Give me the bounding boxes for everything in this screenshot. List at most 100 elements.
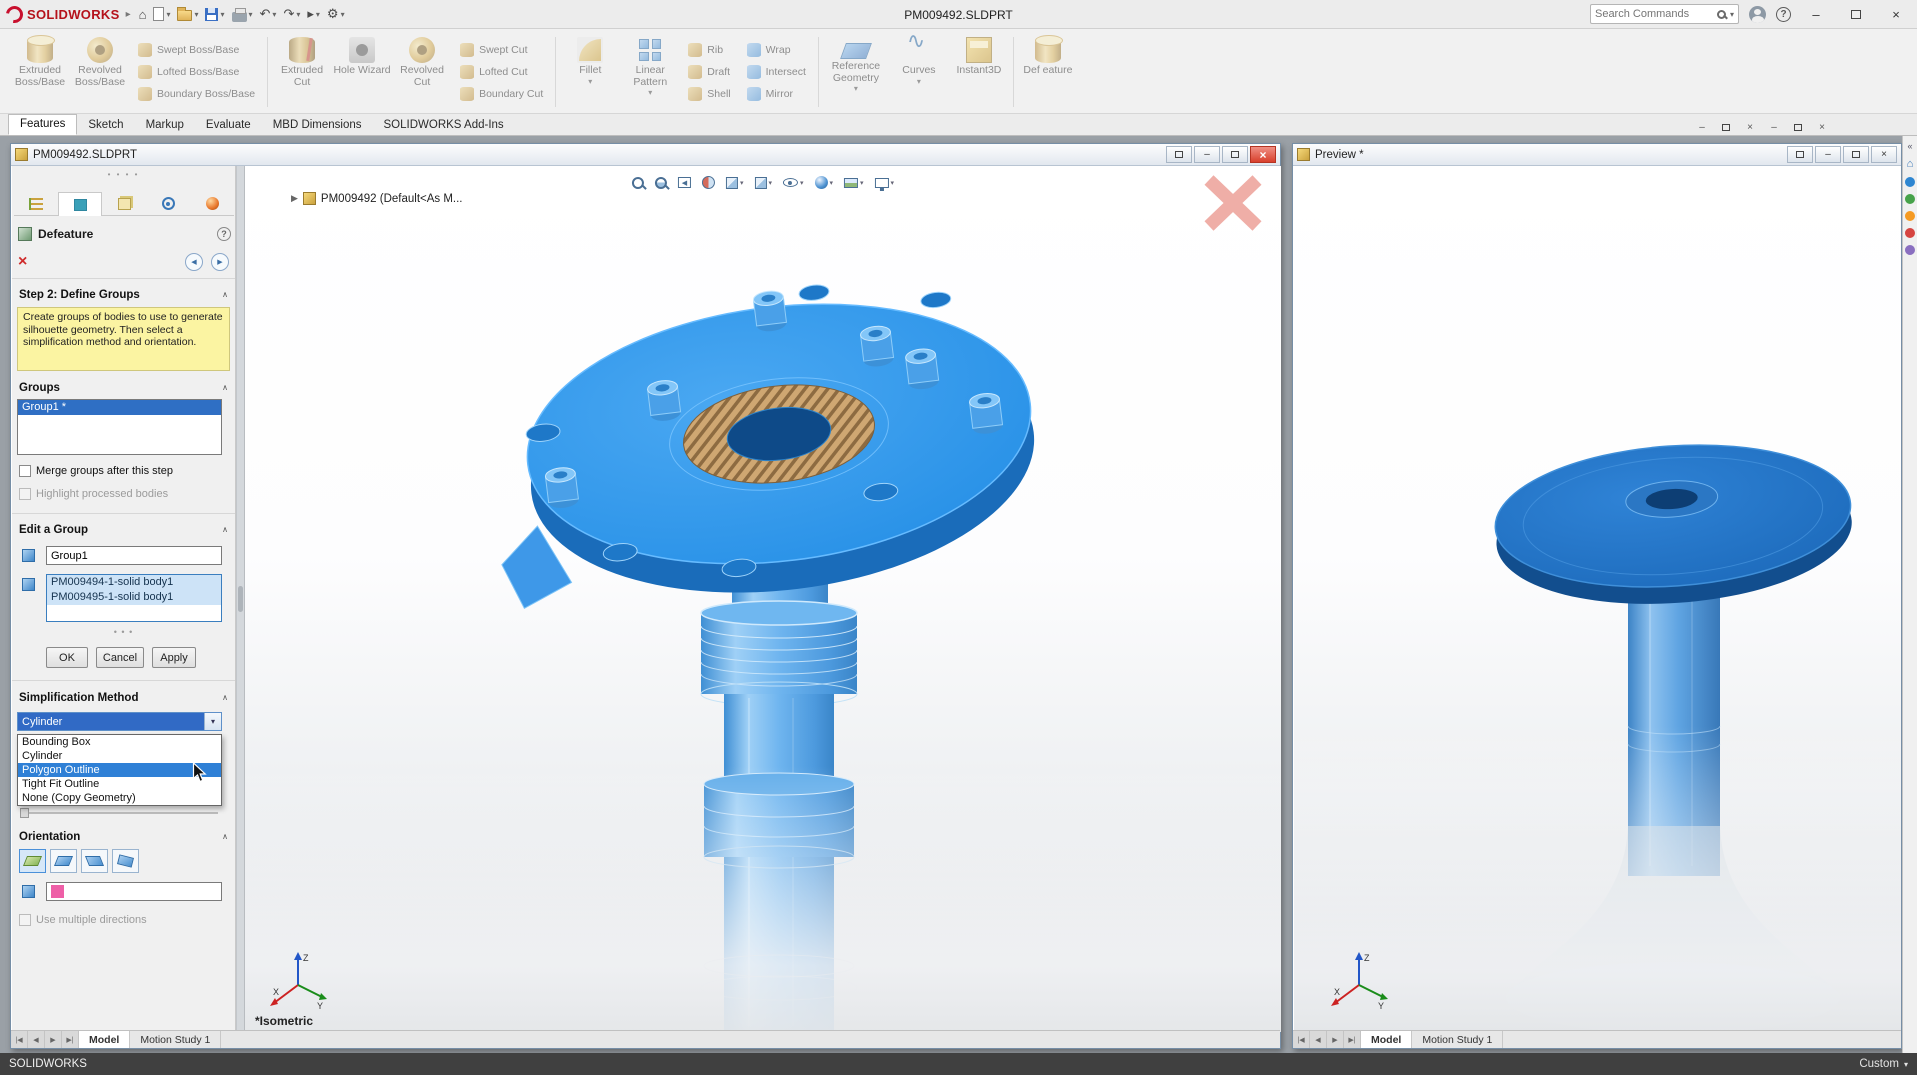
simplification-section-header[interactable]: Simplification Method ∧ [12, 689, 235, 706]
doc-minimize-button[interactable]: – [1691, 119, 1713, 135]
simplification-option[interactable]: Tight Fit Outline [18, 777, 221, 791]
displaymanager-tab[interactable] [190, 192, 234, 216]
last-tab-button[interactable]: ▶| [1344, 1031, 1361, 1048]
preview-window-titlebar[interactable]: Preview * – × [1293, 144, 1901, 166]
panel-cancel-icon[interactable]: × [18, 254, 27, 270]
curves-button[interactable]: Curves ▾ [889, 31, 949, 113]
swept-cut-button[interactable]: Swept Cut [460, 41, 543, 60]
model-tab[interactable]: Model [1361, 1031, 1412, 1048]
previous-step-button[interactable]: ◀ [185, 253, 203, 271]
view-orientation-button[interactable]: ▾ [726, 177, 744, 189]
file-explorer-icon[interactable] [1905, 194, 1915, 204]
groups-section-header[interactable]: Groups ∧ [12, 379, 235, 396]
motion-study-tab[interactable]: Motion Study 1 [130, 1031, 221, 1048]
preview-window-menu-button[interactable] [1787, 146, 1813, 163]
tab-markup[interactable]: Markup [135, 116, 195, 135]
featuremanager-tree-tab[interactable] [14, 192, 58, 216]
sw-resources-icon[interactable]: ⌂ [1907, 158, 1914, 170]
revolved-boss-base-button[interactable]: Revolved Boss/Base [70, 31, 130, 113]
simplification-option-highlighted[interactable]: Polygon Outline [18, 763, 221, 777]
model-viewport[interactable]: ▶ PM009492 (Default<As M... ◀ ▾ ▾ ▾ ▾ ▾ … [245, 166, 1281, 1032]
propertymanager-tab[interactable] [58, 192, 102, 216]
step-section-header[interactable]: Step 2: Define Groups ∧ [12, 286, 235, 303]
mirror-button[interactable]: Mirror [747, 85, 806, 104]
rib-button[interactable]: Rib [688, 41, 730, 60]
design-library-icon[interactable] [1905, 177, 1915, 187]
orientation-front-button[interactable] [50, 849, 77, 873]
close-button[interactable]: × [1881, 3, 1911, 25]
panel-splitter[interactable] [236, 166, 245, 1032]
first-tab-button[interactable]: |◀ [1293, 1031, 1310, 1048]
body-list-item[interactable]: PM009494-1-solid body1 [47, 575, 221, 590]
configurationmanager-tab[interactable] [102, 192, 146, 216]
shell-button[interactable]: Shell [688, 85, 730, 104]
zoom-fit-button[interactable] [632, 177, 644, 189]
first-tab-button[interactable]: |◀ [11, 1031, 28, 1048]
dimxpertmanager-tab[interactable] [146, 192, 190, 216]
hide-show-items-button[interactable]: ▾ [783, 178, 804, 187]
collapse-taskpane-icon[interactable]: « [1907, 141, 1912, 151]
menu-expander-icon[interactable]: ▸ [126, 9, 131, 20]
doc2-close-button[interactable]: × [1811, 119, 1833, 135]
simplification-method-combobox[interactable]: Cylinder ▾ [17, 712, 222, 731]
restore-button[interactable] [1841, 3, 1871, 25]
reference-geometry-button[interactable]: Reference Geometry ▾ [823, 31, 889, 113]
save-button[interactable]: ▾ [205, 3, 224, 25]
instant3d-button[interactable]: Instant3D [949, 31, 1009, 113]
view-settings-button[interactable]: ▾ [875, 178, 895, 188]
panel-drag-handle[interactable]: • • • • [108, 170, 140, 179]
zoom-area-button[interactable] [655, 177, 667, 189]
options-button[interactable]: ⚙▾ [327, 3, 345, 25]
groups-listbox[interactable]: Group1 * [17, 399, 222, 455]
model-window-maximize-button[interactable] [1222, 146, 1248, 163]
defeature-button[interactable]: Def eature [1018, 31, 1078, 113]
tab-evaluate[interactable]: Evaluate [195, 116, 262, 135]
forum-icon[interactable] [1905, 245, 1915, 255]
orientation-current-button[interactable] [19, 849, 46, 873]
bodies-listbox[interactable]: PM009494-1-solid body1 PM009495-1-solid … [46, 574, 222, 622]
model-window-titlebar[interactable]: PM009492.SLDPRT – × [11, 144, 1280, 166]
model-window-close-button[interactable]: × [1250, 146, 1276, 163]
extruded-cut-button[interactable]: Extruded Cut [272, 31, 332, 113]
boundary-boss-base-button[interactable]: Boundary Boss/Base [138, 85, 255, 104]
lofted-cut-button[interactable]: Lofted Cut [460, 63, 543, 82]
help-icon[interactable]: ? [1776, 7, 1791, 22]
apply-scene-button[interactable]: ▾ [844, 178, 864, 188]
swept-boss-base-button[interactable]: Swept Boss/Base [138, 41, 255, 60]
preview-viewport[interactable]: Z X Y [1294, 166, 1901, 1032]
tab-sketch[interactable]: Sketch [77, 116, 134, 135]
custom-properties-icon[interactable] [1905, 228, 1915, 238]
doc2-restore-button[interactable] [1787, 119, 1809, 135]
boundary-cut-button[interactable]: Boundary Cut [460, 85, 543, 104]
doc-close-button[interactable]: × [1739, 119, 1761, 135]
next-step-button[interactable]: ▶ [211, 253, 229, 271]
merge-groups-checkbox[interactable]: Merge groups after this step [19, 465, 173, 477]
simplification-slider[interactable] [20, 808, 218, 818]
edit-appearance-button[interactable]: ▾ [815, 176, 834, 189]
new-document-button[interactable]: ▾ [153, 3, 170, 25]
doc-restore-button[interactable] [1715, 119, 1737, 135]
last-tab-button[interactable]: ▶| [62, 1031, 79, 1048]
slider-thumb[interactable] [20, 808, 29, 818]
previous-view-button[interactable]: ◀ [678, 177, 691, 188]
group-name-input[interactable] [46, 546, 222, 565]
user-avatar[interactable] [1749, 6, 1766, 23]
prev-tab-button[interactable]: ◀ [28, 1031, 45, 1048]
tab-features[interactable]: Features [8, 114, 77, 135]
listbox-resize-grip[interactable]: • • • [114, 627, 133, 637]
minimize-button[interactable]: – [1801, 3, 1831, 25]
model-window-menu-button[interactable] [1166, 146, 1192, 163]
tab-solidworks-add-ins[interactable]: SOLIDWORKS Add-Ins [373, 116, 515, 135]
orientation-section-header[interactable]: Orientation ∧ [12, 828, 235, 845]
preview-close-watermark-icon[interactable] [1197, 170, 1269, 236]
lofted-boss-base-button[interactable]: Lofted Boss/Base [138, 63, 255, 82]
hole-wizard-button[interactable]: Hole Wizard [332, 31, 392, 113]
model-window-minimize-button[interactable]: – [1194, 146, 1220, 163]
section-view-button[interactable] [702, 176, 715, 189]
wrap-button[interactable]: Wrap [747, 41, 806, 60]
revolved-cut-button[interactable]: Revolved Cut [392, 31, 452, 113]
simplification-option[interactable]: None (Copy Geometry) [18, 791, 221, 805]
body-list-item[interactable]: PM009495-1-solid body1 [47, 590, 221, 605]
ok-button[interactable]: OK [46, 647, 88, 668]
appearances-scenes-icon[interactable] [1905, 211, 1915, 221]
